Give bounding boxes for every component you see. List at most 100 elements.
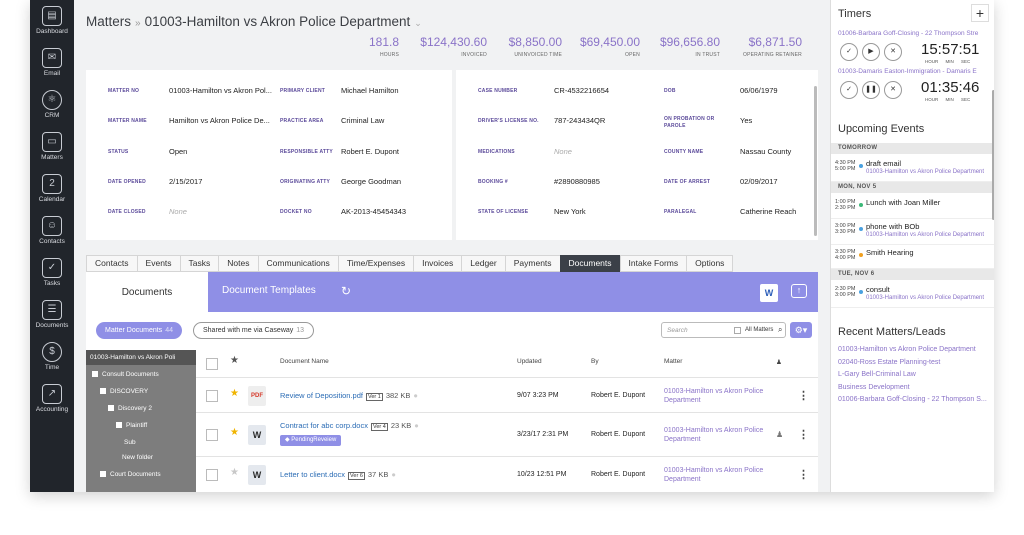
comment-icon[interactable]: ●	[391, 470, 396, 479]
timer-stop-button[interactable]: ✕	[884, 81, 902, 99]
timer-pause-button[interactable]: ❚❚	[862, 81, 880, 99]
folder-node[interactable]: New folder	[122, 454, 153, 461]
search-icon[interactable]: ⌕	[778, 325, 782, 335]
tab-ledger[interactable]: Ledger	[461, 255, 505, 272]
document-search[interactable]: Search All Matters ⌕	[661, 322, 786, 338]
row-checkbox[interactable]	[206, 390, 218, 402]
folder-toggle-icon[interactable]	[92, 371, 98, 377]
event-item[interactable]: 3:30 PM 4:00 PM Smith Hearing	[831, 245, 994, 269]
event-matter-link[interactable]: 01003-Hamilton vs Akron Police Departmen…	[866, 232, 984, 238]
matter-link[interactable]: 01003-Hamilton vs Akron Police Departmen…	[664, 466, 779, 484]
tab-events[interactable]: Events	[136, 255, 180, 272]
comment-icon[interactable]: ●	[413, 391, 418, 400]
table-row[interactable]: ★ W Contract for abc corp.docx Ver 4 23 KB ● ◆…	[196, 412, 818, 456]
col-document-name[interactable]: Document Name	[280, 358, 329, 365]
matter-link[interactable]: 01003-Hamilton vs Akron Police Departmen…	[664, 426, 779, 444]
tab-communications[interactable]: Communications	[257, 255, 338, 272]
sidebar-item-calendar[interactable]: 2 Calendar	[30, 174, 74, 203]
timer-matter-link[interactable]: 01006-Barbara Goff-Closing - 22 Thompson…	[838, 30, 978, 37]
event-item[interactable]: 3:00 PM 3:30 PM phone with BOb 01003-Hamilt…	[831, 219, 994, 245]
version-badge[interactable]: Ver 1	[365, 393, 383, 401]
folder-toggle-icon[interactable]	[108, 405, 114, 411]
refresh-icon[interactable]: ↻	[341, 284, 351, 298]
folder-toggle-icon[interactable]	[100, 471, 106, 477]
document-name-link[interactable]: Contract for abc corp.docx Ver 4 23 KB ●	[280, 421, 419, 431]
details-scrollbar[interactable]	[814, 86, 817, 236]
tab-intake-forms[interactable]: Intake Forms	[619, 255, 687, 272]
tab-contacts[interactable]: Contacts	[86, 255, 137, 272]
folder-node[interactable]: DISCOVERY	[100, 388, 148, 395]
sidebar-item-dashboard[interactable]: ▤ Dashboard	[30, 6, 74, 35]
document-templates-subtab[interactable]: Document Templates	[222, 285, 316, 296]
recent-matter-link[interactable]: 01003-Hamilton vs Akron Police Departmen…	[838, 346, 976, 353]
timer-matter-link[interactable]: 01003-Damaris Easton-Immigration - Damar…	[838, 68, 977, 75]
timer-stop-button[interactable]: ✕	[884, 43, 902, 61]
settings-gear-icon[interactable]: ⚙▾	[790, 322, 812, 338]
recent-matter-link[interactable]: 01006-Barbara Goff-Closing - 22 Thompson…	[838, 396, 987, 403]
documents-subtab[interactable]: Documents	[86, 272, 208, 312]
sidebar-item-tasks[interactable]: ✓ Tasks	[30, 258, 74, 287]
folder-node[interactable]: Court Documents	[100, 471, 161, 478]
folder-node[interactable]: Discovery 2	[108, 405, 152, 412]
version-badge[interactable]: Ver 6	[348, 472, 365, 480]
event-matter-link[interactable]: 01003-Hamilton vs Akron Police Departmen…	[866, 295, 984, 301]
shared-documents-filter[interactable]: Shared with me via Caseway 13	[193, 322, 315, 339]
recent-matter-link[interactable]: Business Development	[838, 384, 910, 391]
more-options-icon[interactable]: ⋮	[798, 428, 809, 441]
recent-matter-link[interactable]: L-Gary Bell-Criminal Law	[838, 371, 916, 378]
tab-tasks[interactable]: Tasks	[179, 255, 219, 272]
search-input[interactable]: Search	[667, 327, 688, 334]
event-matter-link[interactable]: 01003-Hamilton vs Akron Police Departmen…	[866, 169, 984, 175]
timer-check-button[interactable]: ✓	[840, 43, 858, 61]
all-matters-checkbox[interactable]	[734, 327, 741, 334]
add-timer-button[interactable]: +	[971, 4, 989, 22]
document-name-link[interactable]: Review of Deposition.pdf Ver 1 382 KB ●	[280, 391, 418, 401]
comment-icon[interactable]: ●	[414, 421, 419, 430]
table-row[interactable]: ★ PDF Review of Deposition.pdf Ver 1 382 KB ●…	[196, 377, 818, 412]
folder-tree-root[interactable]: 01003-Hamilton vs Akron Poli	[86, 350, 196, 365]
status-tag[interactable]: ◆ PendingReveiew	[280, 435, 342, 446]
event-item[interactable]: 1:00 PM 2:30 PM Lunch with Joan Miller	[831, 195, 994, 219]
document-name-link[interactable]: Letter to client.docx Ver 6 37 KB ●	[280, 470, 396, 480]
document-name[interactable]: Contract for abc corp.docx	[280, 421, 368, 430]
tab-notes[interactable]: Notes	[218, 255, 258, 272]
timer-play-button[interactable]: ▶	[862, 43, 880, 61]
document-name[interactable]: Review of Deposition.pdf	[280, 391, 363, 400]
folder-node[interactable]: Consult Documents	[92, 371, 159, 378]
tab-time-expenses[interactable]: Time/Expenses	[337, 255, 414, 272]
tab-payments[interactable]: Payments	[504, 255, 560, 272]
col-matter[interactable]: Matter	[664, 358, 682, 365]
word-icon[interactable]: W	[760, 284, 778, 302]
sidebar-item-email[interactable]: ✉ Email	[30, 48, 74, 77]
row-checkbox[interactable]	[206, 429, 218, 441]
right-panel-scrollbar[interactable]	[992, 90, 994, 220]
tab-invoices[interactable]: Invoices	[413, 255, 462, 272]
col-updated[interactable]: Updated	[517, 358, 542, 365]
folder-node[interactable]: Plaintiff	[116, 422, 147, 429]
sidebar-item-crm[interactable]: ⚛ CRM	[30, 90, 74, 119]
sidebar-item-documents[interactable]: ☰ Documents	[30, 300, 74, 329]
col-by[interactable]: By	[591, 358, 599, 365]
tab-documents[interactable]: Documents	[559, 255, 620, 272]
matter-link[interactable]: 01003-Hamilton vs Akron Police Departmen…	[664, 387, 779, 405]
more-options-icon[interactable]: ⋮	[798, 468, 809, 481]
star-icon[interactable]: ★	[230, 388, 239, 399]
chevron-down-icon[interactable]: ⌄	[414, 18, 422, 28]
document-name[interactable]: Letter to client.docx	[280, 470, 345, 479]
sidebar-item-matters[interactable]: ▭ Matters	[30, 132, 74, 161]
sidebar-item-time[interactable]: $ Time	[30, 342, 74, 371]
folder-toggle-icon[interactable]	[100, 388, 106, 394]
sidebar-item-contacts[interactable]: ☺ Contacts	[30, 216, 74, 245]
more-options-icon[interactable]: ⋮	[798, 389, 809, 402]
breadcrumb-root[interactable]: Matters	[86, 14, 131, 29]
table-row[interactable]: ★ W Letter to client.docx Ver 6 37 KB ● 10/23 …	[196, 456, 818, 492]
event-item[interactable]: 2:30 PM 3:00 PM consult 01003-Hamilton vs A…	[831, 282, 994, 308]
tab-options[interactable]: Options	[686, 255, 734, 272]
upload-icon[interactable]: ↑	[791, 284, 807, 298]
sidebar-item-accounting[interactable]: ↗ Accounting	[30, 384, 74, 413]
matter-documents-filter[interactable]: Matter Documents 44	[96, 322, 182, 339]
folder-node[interactable]: Sub	[124, 439, 136, 446]
row-checkbox[interactable]	[206, 469, 218, 481]
star-icon[interactable]: ★	[230, 427, 239, 438]
folder-toggle-icon[interactable]	[116, 422, 122, 428]
